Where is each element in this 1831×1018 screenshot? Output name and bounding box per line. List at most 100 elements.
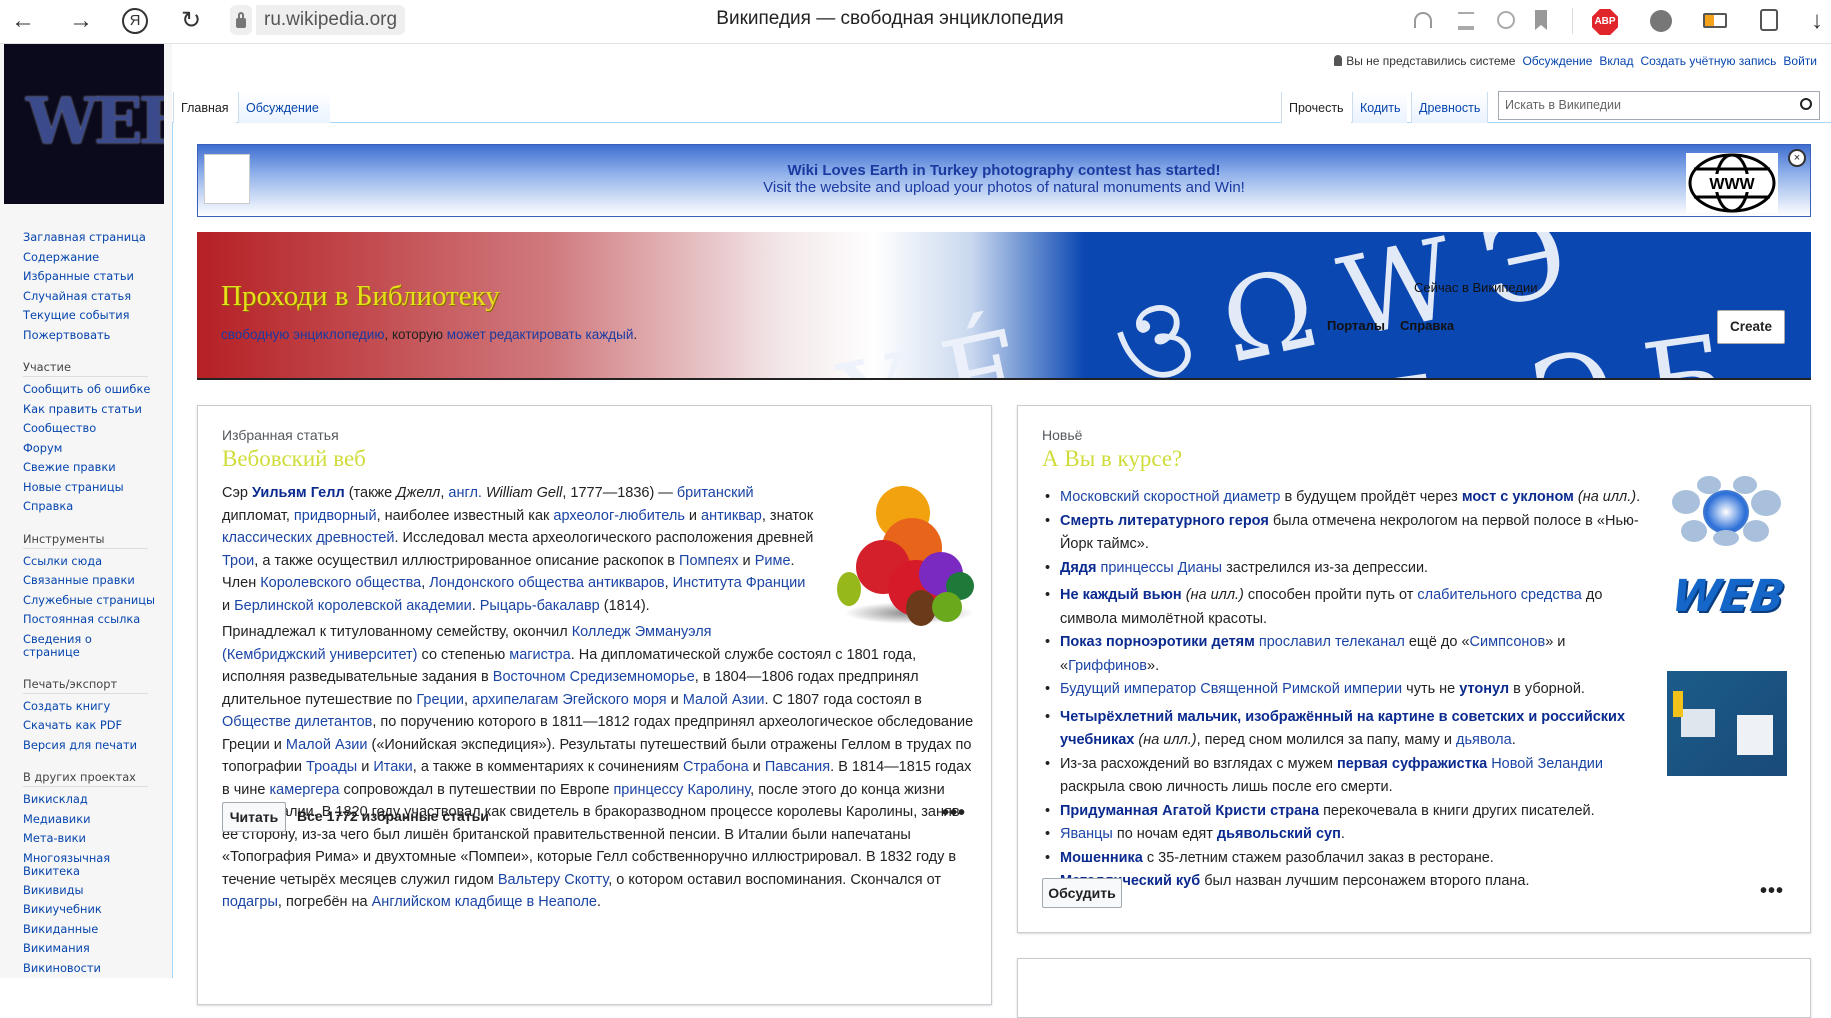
personal-link-contributions[interactable]: Вклад <box>1599 54 1633 68</box>
inline-link[interactable]: первая суфражистка <box>1337 756 1487 772</box>
site-logo[interactable]: WEB <box>4 44 164 204</box>
lock-icon[interactable] <box>230 5 252 35</box>
inline-link[interactable]: Института Франции <box>673 575 806 591</box>
inline-link[interactable]: Мошенника <box>1060 850 1143 866</box>
inline-link[interactable]: Троады <box>306 759 357 775</box>
inline-link[interactable]: дьявольский суп <box>1217 826 1341 842</box>
inline-link[interactable]: антиквар <box>701 508 762 524</box>
comment-icon[interactable] <box>1497 11 1515 29</box>
reload-icon[interactable]: ↻ <box>176 6 206 36</box>
notice-subline[interactable]: Visit the website and upload your photos… <box>198 179 1810 196</box>
web-tools-image[interactable]: WEB <box>1664 571 1793 651</box>
inline-link[interactable]: британский <box>677 485 754 501</box>
featured-title[interactable]: Вебовский веб <box>222 446 366 472</box>
inline-link[interactable]: Симпсонов <box>1470 634 1546 650</box>
tab-history[interactable]: Древность <box>1411 92 1489 123</box>
sidebar-link[interactable]: Пожертвовать <box>23 326 155 346</box>
search-input[interactable]: Искать в Википедии <box>1498 91 1820 120</box>
inline-link[interactable]: утонул <box>1459 681 1509 697</box>
sidebar-link[interactable]: Как править статьи <box>23 400 155 420</box>
sidebar-link[interactable]: Медиавики <box>23 810 155 830</box>
inline-link[interactable]: Уильям Гелл <box>252 485 345 501</box>
sidebar-link[interactable]: Викисклад <box>23 790 155 810</box>
sidebar-link[interactable]: Скачать как PDF <box>23 716 155 736</box>
sidebar-link[interactable]: Форум <box>23 439 155 459</box>
inline-link[interactable]: Английском кладбище в Неаполе <box>372 894 597 910</box>
inline-link[interactable]: подагры <box>222 894 278 910</box>
sidebar-link[interactable]: Создать книгу <box>23 697 155 717</box>
sidebar-link[interactable]: Викивиды <box>23 881 155 901</box>
read-button[interactable]: Читать <box>222 802 286 832</box>
inline-link[interactable]: Лондонского общества антикваров <box>429 575 664 591</box>
tab-talk[interactable]: Обсуждение <box>238 92 330 123</box>
inline-link[interactable]: Греции <box>416 692 464 708</box>
inline-link[interactable]: Восточном Средиземноморье <box>493 669 695 685</box>
inline-link[interactable]: Итаки <box>373 759 412 775</box>
adblock-icon[interactable]: ABP <box>1592 9 1618 35</box>
sidebar-link[interactable]: Сообщество <box>23 419 155 439</box>
inline-link[interactable]: принцессы Дианы <box>1101 560 1223 576</box>
sidebar-link[interactable]: Текущие события <box>23 306 155 326</box>
inline-link[interactable]: Будущий император Священной Римской импе… <box>1060 681 1402 697</box>
sidebar-icon[interactable] <box>1760 9 1778 31</box>
inline-link[interactable]: Страбона <box>683 759 749 775</box>
inline-link[interactable]: Малой Азии <box>286 737 368 753</box>
sidebar-link[interactable]: Содержание <box>23 248 155 268</box>
inline-link[interactable]: Малой Азии <box>683 692 765 708</box>
create-button[interactable]: Create <box>1717 310 1785 344</box>
inline-link[interactable]: Смерть литературного героя <box>1060 513 1269 529</box>
address-bar[interactable]: ru.wikipedia.org <box>256 5 406 35</box>
sidebar-link[interactable]: Викиданные <box>23 920 155 940</box>
inline-link[interactable]: Обществе дилетантов <box>222 714 372 730</box>
anyone-can-edit-link[interactable]: может редактировать каждый <box>447 327 634 342</box>
sidebar-link[interactable]: Связанные правки <box>23 571 155 591</box>
yandex-icon[interactable]: Я <box>122 8 148 34</box>
sidebar-link[interactable]: Сообщить об ошибке <box>23 380 155 400</box>
help-button[interactable]: Справка <box>1400 318 1454 333</box>
battery-icon[interactable] <box>1703 13 1727 28</box>
search-icon[interactable] <box>1800 98 1812 110</box>
inline-link[interactable]: Помпеях <box>679 553 738 569</box>
personal-link-create-account[interactable]: Создать учётную запись <box>1640 54 1776 68</box>
forward-icon[interactable]: → <box>66 6 96 36</box>
sidebar-link[interactable]: Сведения о странице <box>23 630 133 662</box>
extension-icon[interactable] <box>1650 10 1672 32</box>
sidebar-link[interactable]: Справка <box>23 497 155 517</box>
download-icon[interactable]: ↓ <box>1806 6 1828 36</box>
personal-link-login[interactable]: Войти <box>1783 54 1817 68</box>
inline-link[interactable]: Показ порноэротики детям <box>1060 634 1255 650</box>
sidebar-link[interactable]: Заглавная страница <box>23 228 155 248</box>
inline-link[interactable]: принцессу Каролину <box>613 782 750 798</box>
inline-link[interactable]: Новой Зеландии <box>1491 756 1603 772</box>
sidebar-link[interactable]: Новые страницы <box>23 478 155 498</box>
free-encyclopedia-link[interactable]: свободную энциклопедию <box>221 327 384 342</box>
notice-headline[interactable]: Wiki Loves Earth in Turkey photography c… <box>198 162 1810 179</box>
headphones-icon[interactable] <box>1414 12 1432 28</box>
sidebar-link[interactable]: Служебные страницы <box>23 591 155 611</box>
inline-link[interactable]: Придуманная Агатой Кристи страна <box>1060 803 1319 819</box>
portals-button[interactable]: Порталы <box>1327 318 1385 333</box>
inline-link[interactable]: Московский скоростной диаметр <box>1060 489 1280 505</box>
tab-code[interactable]: Кодить <box>1352 92 1408 123</box>
inline-link[interactable]: Трои <box>222 553 254 569</box>
dyk-title[interactable]: А Вы в курсе? <box>1042 446 1182 472</box>
sidebar-link[interactable]: Викиновости <box>23 959 155 979</box>
inline-link[interactable]: слабительного средства <box>1417 587 1581 603</box>
close-notice-icon[interactable]: × <box>1788 149 1806 167</box>
inline-link[interactable]: Берлинской королевской академии <box>234 598 472 614</box>
back-icon[interactable]: ← <box>8 6 38 36</box>
sidebar-link[interactable]: Случайная статья <box>23 287 155 307</box>
reader-icon[interactable] <box>1458 12 1474 30</box>
tab-main[interactable]: Главная <box>173 92 236 123</box>
inline-link[interactable]: Риме <box>755 553 791 569</box>
inline-link[interactable]: Не каждый вьюн <box>1060 587 1182 603</box>
tech-logos-image[interactable] <box>1667 476 1785 546</box>
inline-link[interactable]: археолог-любитель <box>553 508 684 524</box>
bookmark-icon[interactable] <box>1535 10 1547 30</box>
contest-logo[interactable] <box>204 154 250 204</box>
sidebar-link[interactable]: Свежие правки <box>23 458 155 478</box>
sidebar-link[interactable]: Версия для печати <box>23 736 155 756</box>
inline-link[interactable]: англ. <box>448 485 482 501</box>
featured-image[interactable] <box>834 482 984 632</box>
inline-link[interactable]: Яванцы <box>1060 826 1113 842</box>
